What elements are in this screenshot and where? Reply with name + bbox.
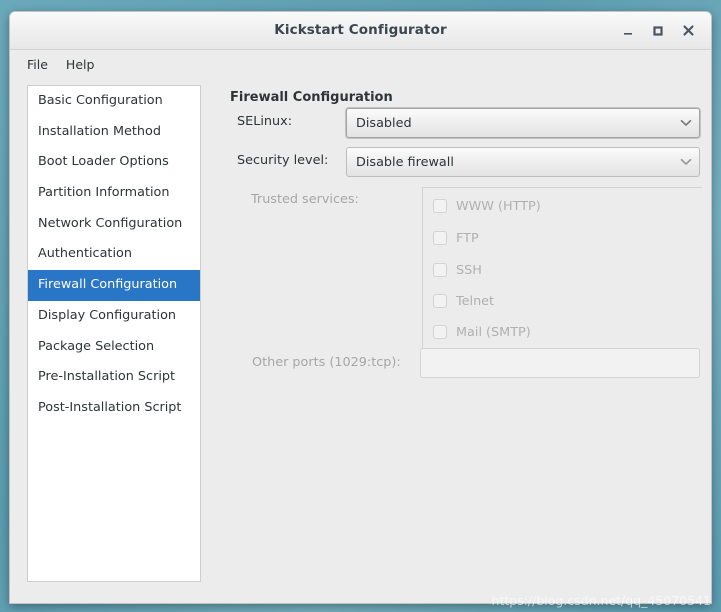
menubar: File Help bbox=[10, 50, 711, 80]
maximize-button[interactable] bbox=[643, 16, 673, 46]
close-button[interactable] bbox=[673, 16, 703, 46]
service-row-ftp[interactable]: FTP bbox=[433, 228, 479, 248]
checkbox-mail-smtp[interactable] bbox=[433, 325, 447, 339]
sidebar-item-partition-information[interactable]: Partition Information bbox=[28, 178, 200, 209]
other-ports-label: Other ports (1029:tcp): bbox=[252, 355, 401, 370]
firewall-configuration-pane: Firewall Configuration SELinux: Disabled… bbox=[220, 80, 711, 603]
sidebar-item-authentication[interactable]: Authentication bbox=[28, 239, 200, 270]
other-ports-input[interactable] bbox=[420, 348, 700, 378]
desktop-background: Kickstart Configurator File Help Basic C… bbox=[0, 0, 721, 612]
checkbox-ssh[interactable] bbox=[433, 263, 447, 277]
service-row-www-http[interactable]: WWW (HTTP) bbox=[433, 196, 541, 216]
window-title: Kickstart Configurator bbox=[274, 22, 447, 38]
service-row-ssh[interactable]: SSH bbox=[433, 260, 482, 280]
service-row-telnet[interactable]: Telnet bbox=[433, 291, 494, 311]
security-level-combobox[interactable]: Disable firewall bbox=[346, 147, 700, 177]
menu-help[interactable]: Help bbox=[57, 54, 104, 75]
sidebar-item-boot-loader-options[interactable]: Boot Loader Options bbox=[28, 147, 200, 178]
minimize-button[interactable] bbox=[613, 16, 643, 46]
service-label-ssh: SSH bbox=[456, 262, 482, 278]
selinux-combobox-value: Disabled bbox=[356, 115, 412, 131]
checkbox-telnet[interactable] bbox=[433, 294, 447, 308]
sidebar-item-display-configuration[interactable]: Display Configuration bbox=[28, 301, 200, 332]
security-level-combobox-value: Disable firewall bbox=[356, 154, 454, 170]
watermark-text: https://blog.csdn.net/qq_45070541 bbox=[491, 593, 711, 608]
sidebar-item-network-configuration[interactable]: Network Configuration bbox=[28, 209, 200, 240]
menu-file[interactable]: File bbox=[18, 54, 57, 75]
checkbox-ftp[interactable] bbox=[433, 231, 447, 245]
section-list[interactable]: Basic Configuration Installation Method … bbox=[27, 85, 201, 582]
sidebar-item-package-selection[interactable]: Package Selection bbox=[28, 332, 200, 363]
selinux-label: SELinux: bbox=[237, 114, 292, 129]
window-content: Basic Configuration Installation Method … bbox=[10, 80, 711, 603]
window-controls bbox=[613, 12, 703, 49]
service-label-telnet: Telnet bbox=[456, 293, 495, 309]
window-titlebar: Kickstart Configurator bbox=[10, 12, 711, 50]
sidebar-item-basic-configuration[interactable]: Basic Configuration bbox=[28, 86, 200, 117]
trusted-services-frame: WWW (HTTP) FTP SSH Telnet Mail (SMTP) bbox=[422, 187, 702, 348]
chevron-down-icon bbox=[673, 119, 699, 127]
service-row-mail-smtp[interactable]: Mail (SMTP) bbox=[433, 322, 531, 342]
service-label-www-http: WWW (HTTP) bbox=[456, 198, 541, 214]
service-label-ftp: FTP bbox=[456, 230, 479, 246]
sidebar-item-installation-method[interactable]: Installation Method bbox=[28, 117, 200, 148]
page-title: Firewall Configuration bbox=[230, 90, 393, 105]
service-label-mail-smtp: Mail (SMTP) bbox=[456, 324, 531, 340]
trusted-services-label: Trusted services: bbox=[251, 192, 359, 207]
selinux-combobox[interactable]: Disabled bbox=[346, 108, 700, 138]
sidebar-item-pre-installation-script[interactable]: Pre-Installation Script bbox=[28, 362, 200, 393]
application-window: Kickstart Configurator File Help Basic C… bbox=[9, 11, 712, 604]
sidebar-item-post-installation-script[interactable]: Post-Installation Script bbox=[28, 393, 200, 424]
chevron-down-icon bbox=[673, 158, 699, 166]
sidebar-item-firewall-configuration[interactable]: Firewall Configuration bbox=[28, 270, 200, 301]
security-level-label: Security level: bbox=[237, 153, 329, 168]
checkbox-www-http[interactable] bbox=[433, 199, 447, 213]
